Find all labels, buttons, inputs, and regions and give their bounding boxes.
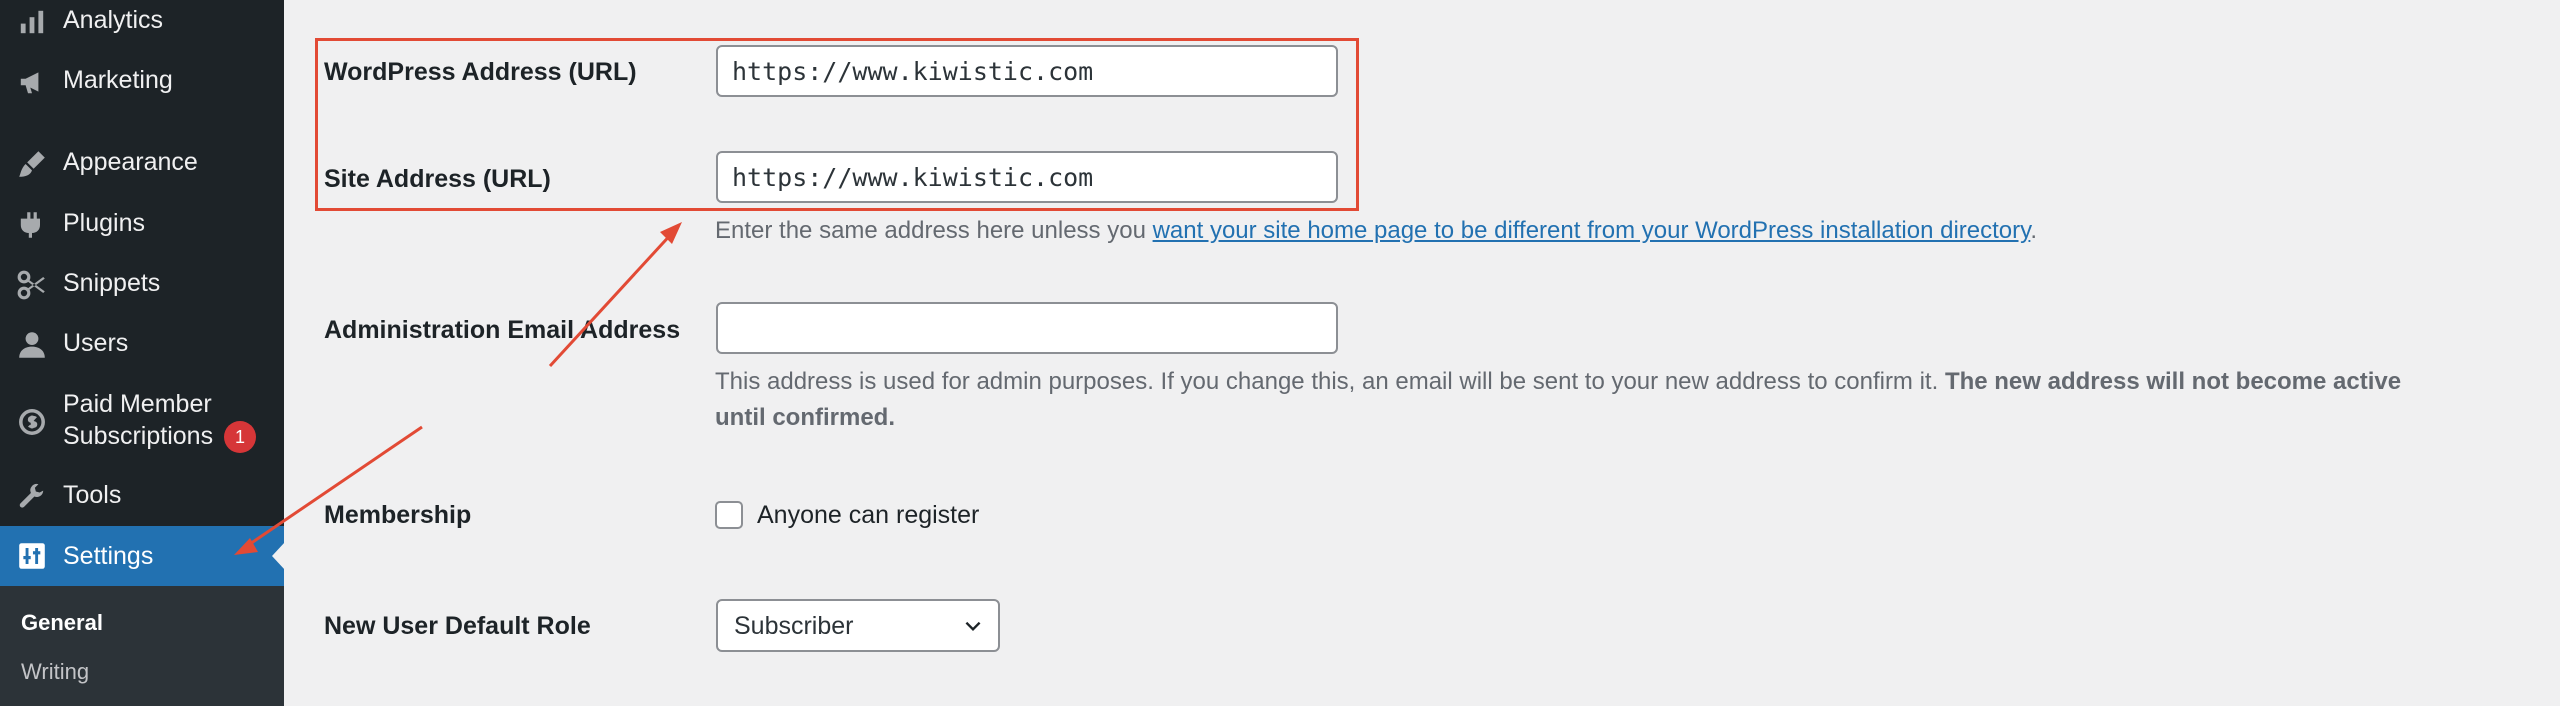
site-address-label: Site Address (URL) <box>324 165 551 193</box>
settings-icon <box>14 538 50 574</box>
wordpress-address-label: WordPress Address (URL) <box>324 58 637 86</box>
description-text: This address is used for admin purposes.… <box>715 368 1945 395</box>
site-address-input[interactable] <box>716 151 1338 203</box>
admin-sidebar: Analytics Marketing Appearance Plugins S <box>0 0 285 706</box>
sidebar-item-label: Users <box>63 329 129 357</box>
wrench-icon <box>14 479 50 515</box>
sidebar-item-label: Appearance <box>63 148 198 176</box>
sidebar-item-analytics[interactable]: Analytics <box>0 4 284 40</box>
admin-email-label: Administration Email Address <box>324 316 681 344</box>
sidebar-item-label: Analytics <box>63 6 164 34</box>
chevron-down-icon <box>965 621 981 632</box>
default-role-label: New User Default Role <box>324 612 591 640</box>
wp-admin-settings-screen: Analytics Marketing Appearance Plugins S <box>0 0 2560 706</box>
admin-email-description: This address is used for admin purposes.… <box>715 364 2455 436</box>
user-icon <box>14 327 50 363</box>
sidebar-item-tools[interactable]: Tools <box>0 479 284 515</box>
megaphone-icon <box>14 64 50 100</box>
site-address-description: Enter the same address here unless you w… <box>715 213 2037 249</box>
sidebar-item-label: Settings <box>63 542 154 570</box>
sidebar-item-settings[interactable]: Settings <box>0 526 284 586</box>
notification-badge: 1 <box>224 421 257 454</box>
sidebar-item-label: Paid Member Subscriptions 1 <box>63 388 263 454</box>
sidebar-item-appearance[interactable]: Appearance <box>0 146 284 182</box>
site-home-directory-link[interactable]: want your site home page to be different… <box>1153 217 2031 244</box>
admin-email-input[interactable] <box>716 302 1338 354</box>
subscription-icon <box>14 404 50 440</box>
membership-label: Membership <box>324 501 472 529</box>
default-role-selected-value: Subscriber <box>734 612 854 640</box>
sidebar-item-plugins[interactable]: Plugins <box>0 207 284 243</box>
sidebar-item-label: Marketing <box>63 66 173 94</box>
anyone-can-register-label[interactable]: Anyone can register <box>757 501 979 530</box>
active-menu-pointer <box>272 542 285 570</box>
sidebar-item-snippets[interactable]: Snippets <box>0 267 284 303</box>
anyone-can-register-checkbox[interactable] <box>715 501 743 529</box>
default-role-select[interactable]: Subscriber <box>716 599 1000 652</box>
annotation-arrow-to-url-fields <box>548 229 676 368</box>
sidebar-item-label: Plugins <box>63 209 145 237</box>
settings-submenu: General Writing <box>0 586 284 706</box>
sidebar-item-marketing[interactable]: Marketing <box>0 64 284 100</box>
wordpress-address-input[interactable] <box>716 45 1338 97</box>
scissors-icon <box>14 267 50 303</box>
submenu-item-writing[interactable]: Writing <box>21 659 89 685</box>
sidebar-item-label: Snippets <box>63 269 161 297</box>
sidebar-item-label: Tools <box>63 481 122 509</box>
arrowhead-icon <box>660 222 682 244</box>
sidebar-item-label-text: Paid Member Subscriptions <box>63 390 214 450</box>
sidebar-item-users[interactable]: Users <box>0 327 284 363</box>
bar-chart-icon <box>14 4 50 40</box>
description-text: . <box>2030 217 2038 244</box>
submenu-item-general[interactable]: General <box>21 610 103 636</box>
plugin-icon <box>14 207 50 243</box>
description-text: Enter the same address here unless you <box>715 217 1153 244</box>
paintbrush-icon <box>14 146 50 182</box>
sidebar-item-paid-member-subscriptions[interactable]: Paid Member Subscriptions 1 <box>0 388 284 456</box>
